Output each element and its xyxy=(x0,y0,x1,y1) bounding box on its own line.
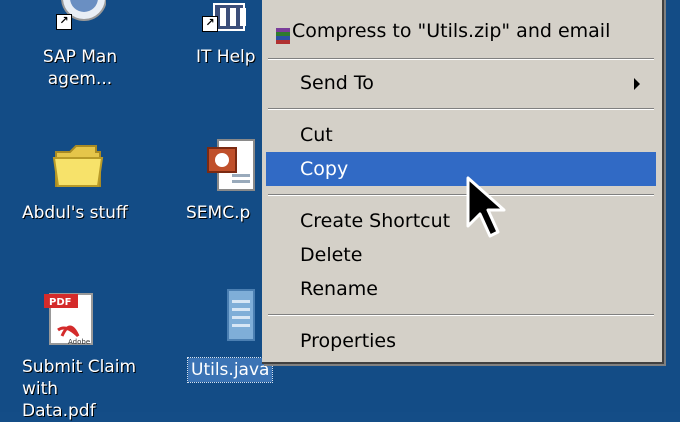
menu-item-label: Create Shortcut xyxy=(300,210,451,232)
desktop-icon-abduls-stuff[interactable]: Abdul's stuff xyxy=(18,130,143,230)
desktop-icon-sap-management[interactable]: ↗ SAP Managem... xyxy=(20,0,140,110)
icon-label: SAP Managem... xyxy=(42,47,118,89)
menu-item-label: Copy xyxy=(300,158,349,180)
java-file-icon xyxy=(226,288,256,344)
menu-item-delete[interactable]: Delete xyxy=(266,238,656,272)
context-menu: Compress to "Utils.zip" and email Send T… xyxy=(262,0,664,364)
menu-item-label: Compress to "Utils.zip" and email xyxy=(292,20,611,42)
icon-label: IT Help xyxy=(196,47,256,67)
icon-label: SEMC.p xyxy=(186,203,251,223)
folder-icon xyxy=(50,138,106,190)
shortcut-arrow-icon: ↗ xyxy=(202,16,218,32)
icon-label: Abdul's stuff xyxy=(22,203,128,223)
mouse-cursor-icon xyxy=(466,176,512,246)
menu-separator xyxy=(268,108,654,110)
winrar-archive-icon xyxy=(274,22,292,44)
desktop-icon-it-help[interactable]: ↗ IT Help xyxy=(180,0,260,110)
menu-item-properties[interactable]: Properties xyxy=(266,324,656,358)
powerpoint-file-icon xyxy=(206,138,256,194)
menu-separator xyxy=(268,58,654,60)
menu-item-label: Properties xyxy=(300,330,397,352)
menu-separator xyxy=(268,194,654,196)
menu-item-rename[interactable]: Rename xyxy=(266,272,656,306)
menu-item-label: Delete xyxy=(300,244,363,266)
shortcut-arrow-icon: ↗ xyxy=(56,14,72,30)
menu-item-compress-email[interactable]: Compress to "Utils.zip" and email xyxy=(266,14,656,48)
icon-label: Submit Claim with Data.pdf xyxy=(22,357,137,421)
menu-item-copy[interactable]: Copy xyxy=(266,152,656,186)
menu-item-create-shortcut[interactable]: Create Shortcut xyxy=(266,204,656,238)
svg-text:Adobe: Adobe xyxy=(68,338,90,346)
menu-separator xyxy=(268,314,654,316)
svg-text:PDF: PDF xyxy=(49,297,71,308)
menu-item-label: Rename xyxy=(300,278,378,300)
selected-icon-label: Utils.java xyxy=(186,357,274,383)
menu-item-cut[interactable]: Cut xyxy=(266,118,656,152)
chevron-right-icon xyxy=(634,78,640,90)
pdf-file-icon: PDF Adobe xyxy=(42,290,98,348)
desktop-icon-submit-claim[interactable]: PDF Adobe Submit Claim with Data.pdf xyxy=(10,280,146,421)
menu-item-label: Cut xyxy=(300,124,333,146)
menu-item-label: Send To xyxy=(300,72,374,94)
it-help-app-icon xyxy=(212,0,260,34)
desktop-icon-semc[interactable]: SEMC.p xyxy=(186,130,262,230)
menu-item-send-to[interactable]: Send To xyxy=(266,66,656,100)
